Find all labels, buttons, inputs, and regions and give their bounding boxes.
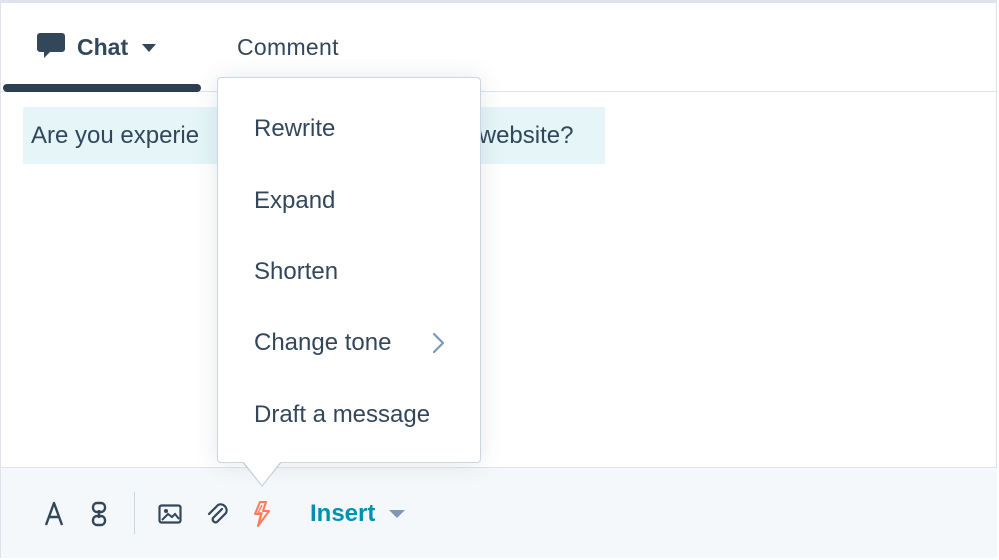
menu-item-label: Draft a message: [254, 401, 431, 428]
text-format-icon: [43, 501, 65, 532]
text-format-button[interactable]: [41, 501, 67, 531]
menu-item-label: Rewrite: [254, 115, 336, 142]
tab-chat[interactable]: Chat: [1, 3, 201, 92]
toolbar-divider: [134, 492, 135, 534]
menu-item-change-tone[interactable]: Change tone: [218, 315, 480, 371]
active-tab-indicator: [3, 84, 201, 92]
caret-down-icon: [142, 43, 157, 52]
composer-toolbar: Insert: [1, 467, 997, 558]
menu-pointer-fill: [243, 461, 281, 485]
message-text-left: Are you experie: [31, 121, 200, 149]
insert-button[interactable]: Insert: [310, 496, 406, 532]
tab-chat-label: Chat: [77, 34, 129, 60]
ai-actions-menu: Rewrite Expand Shorten Change tone Draft…: [217, 77, 481, 463]
link-icon: [90, 501, 108, 532]
tab-comment-label: Comment: [237, 34, 339, 60]
menu-item-label: Expand: [254, 187, 336, 214]
tab-bar: Chat Comment: [1, 3, 997, 92]
menu-item-shorten[interactable]: Shorten: [218, 244, 480, 300]
link-button[interactable]: [87, 501, 111, 531]
chat-bubble-icon: [35, 30, 67, 65]
ai-assistant-icon: [252, 500, 272, 532]
ai-assistant-button[interactable]: [251, 500, 273, 532]
menu-item-label: Shorten: [254, 258, 339, 285]
caret-down-icon: [389, 510, 406, 518]
attachment-button[interactable]: [204, 501, 230, 531]
menu-item-rewrite[interactable]: Rewrite: [218, 101, 480, 157]
chevron-right-icon: [432, 332, 446, 361]
menu-item-label: Change tone: [254, 329, 392, 356]
image-icon: [158, 503, 182, 529]
menu-item-draft-message[interactable]: Draft a message: [218, 387, 480, 443]
insert-label: Insert: [310, 500, 376, 527]
insert-image-button[interactable]: [157, 501, 183, 531]
attachment-icon: [205, 501, 229, 532]
menu-item-expand[interactable]: Expand: [218, 173, 480, 229]
